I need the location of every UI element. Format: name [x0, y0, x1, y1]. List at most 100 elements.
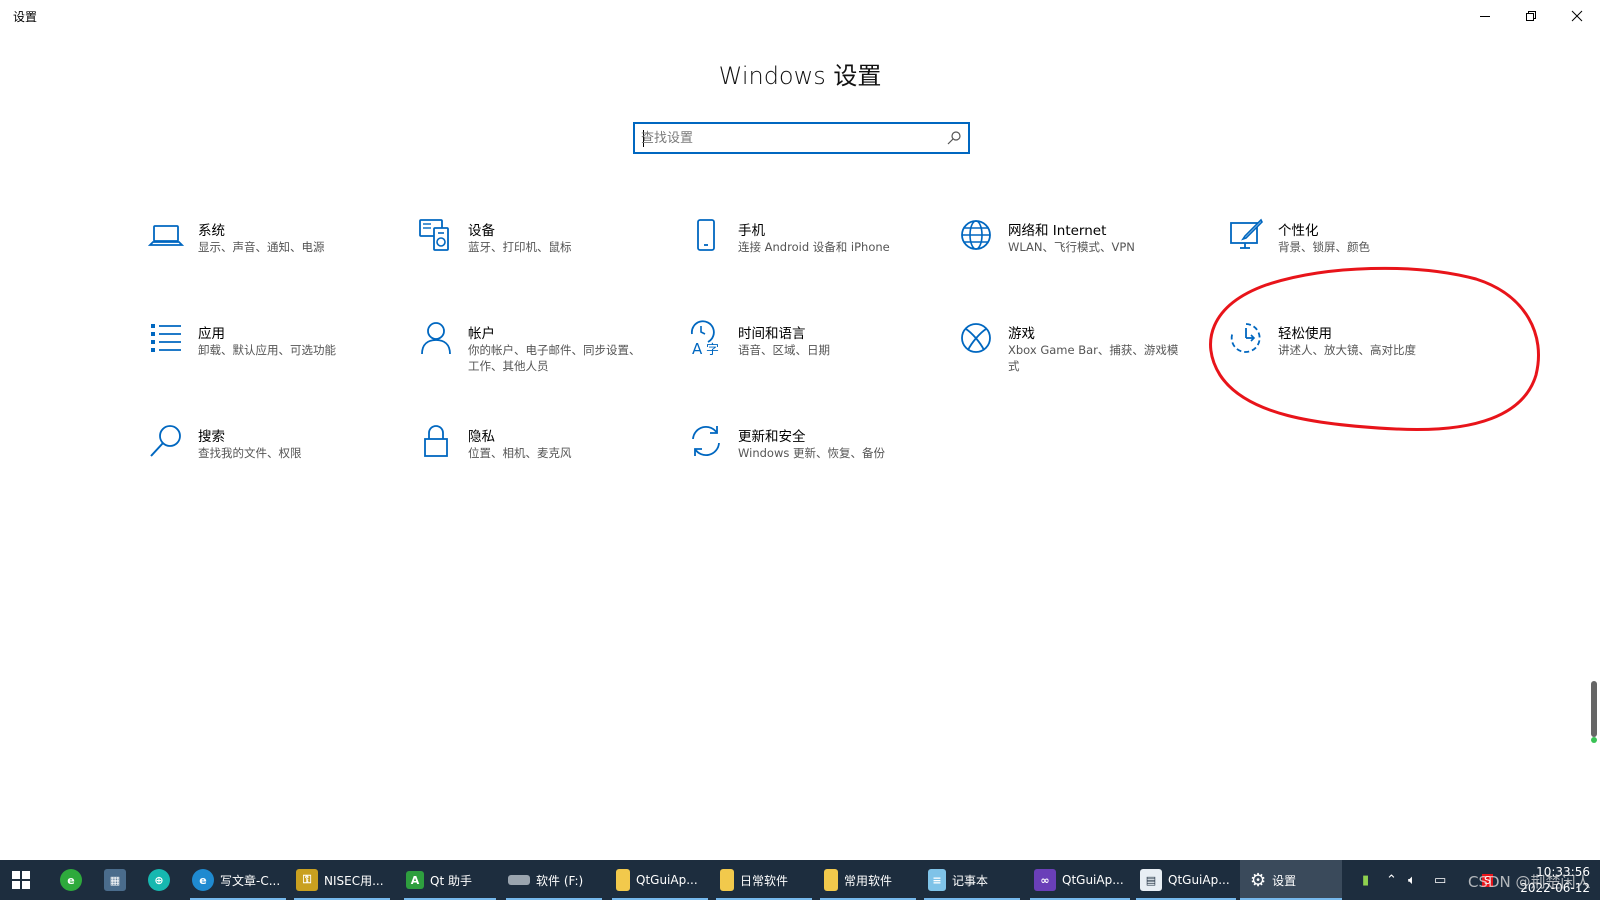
close-button[interactable]	[1554, 0, 1600, 32]
taskbar-pinned-360[interactable]: e	[60, 860, 82, 900]
taskbar-app-label: 写文章-C...	[220, 873, 281, 888]
tile-name: 应用	[198, 326, 225, 342]
tile-desc: WLAN、飞行模式、VPN	[1008, 240, 1135, 254]
tile-update-security[interactable]: 更新和安全 Windows 更新、恢复、备份	[688, 423, 938, 493]
calculator-icon: ▦	[104, 869, 126, 891]
taskbar-app-label: QtGuiAp...	[1168, 873, 1230, 887]
tile-desc: 位置、相机、麦克风	[468, 446, 572, 460]
tile-desc: Windows 更新、恢复、备份	[738, 446, 885, 460]
qt-assistant-icon: A	[406, 871, 424, 889]
taskbar-app-nisec[interactable]: ⚿ NISEC用...	[294, 860, 390, 900]
devices-icon	[418, 217, 454, 253]
tile-gaming[interactable]: 游戏 Xbox Game Bar、捕获、游戏模式	[958, 320, 1208, 390]
search-icon	[947, 131, 961, 145]
apps-list-icon	[148, 320, 184, 356]
start-icon	[12, 871, 30, 889]
tile-desc: 连接 Android 设备和 iPhone	[738, 240, 890, 254]
search-box[interactable]	[633, 122, 970, 154]
tile-desc: 蓝牙、打印机、鼠标	[468, 240, 572, 254]
taskbar-app-folder-common[interactable]: 常用软件	[820, 860, 916, 900]
tile-name: 更新和安全	[738, 429, 806, 445]
tile-name: 轻松使用	[1278, 326, 1332, 342]
tile-personalization[interactable]: 个性化 背景、锁屏、颜色	[1228, 217, 1478, 287]
taskbar-app-qt-assistant[interactable]: A Qt 助手	[404, 860, 496, 900]
taskbar-app-edge[interactable]: e 写文章-C...	[190, 860, 286, 900]
tile-accounts[interactable]: 帐户 你的帐户、电子邮件、同步设置、工作、其他人员	[418, 320, 668, 390]
browser-360-icon: e	[60, 869, 82, 891]
tile-apps[interactable]: 应用 卸载、默认应用、可选功能	[148, 320, 398, 390]
minimize-button[interactable]	[1462, 0, 1508, 32]
taskbar-app-label: 软件 (F:)	[536, 873, 584, 888]
time-language-icon: A字	[688, 320, 724, 358]
taskbar-app-qtgui-window[interactable]: ▤ QtGuiAp...	[1136, 860, 1236, 900]
folder-icon	[824, 869, 838, 891]
tile-search[interactable]: 搜索 查找我的文件、权限	[148, 423, 398, 493]
chevron-up-icon[interactable]: ⌃	[1386, 860, 1397, 900]
tile-desc: 查找我的文件、权限	[198, 446, 302, 460]
taskbar-app-label: QtGuiAp...	[636, 873, 698, 887]
tile-name: 个性化	[1278, 223, 1319, 239]
taskbar-app-notepad[interactable]: ≡ 记事本	[924, 860, 1020, 900]
gear-icon: ⚙	[1250, 869, 1267, 891]
taskbar: e ▦ ⊕ e 写文章-C... ⚿ NISEC用... A Qt 助手 软件 …	[0, 860, 1600, 900]
tile-privacy[interactable]: 隐私 位置、相机、麦克风	[418, 423, 668, 493]
battery-icon[interactable]: ▮	[1362, 860, 1369, 900]
tile-devices[interactable]: 设备 蓝牙、打印机、鼠标	[418, 217, 668, 287]
taskbar-app-folder-daily[interactable]: 日常软件	[716, 860, 812, 900]
tile-desc: 讲述人、放大镜、高对比度	[1278, 343, 1416, 357]
tile-ease-of-access[interactable]: 轻松使用 讲述人、放大镜、高对比度	[1228, 320, 1478, 390]
close-icon	[1571, 10, 1583, 22]
key-icon: ⚿	[296, 869, 318, 891]
tile-name: 网络和 Internet	[1008, 223, 1107, 239]
tile-name: 搜索	[198, 429, 225, 445]
taskbar-pinned-network[interactable]: ⊕	[148, 860, 170, 900]
taskbar-app-settings[interactable]: ⚙ 设置	[1240, 860, 1342, 900]
taskbar-app-label: QtGuiAp...	[1062, 873, 1124, 887]
folder-icon	[720, 869, 734, 891]
tile-time-language[interactable]: A字 时间和语言 语音、区域、日期	[688, 320, 938, 390]
paint-icon	[1228, 217, 1264, 253]
taskbar-pinned-calculator[interactable]: ▦	[104, 860, 126, 900]
taskbar-app-label: 记事本	[952, 873, 989, 888]
drive-icon	[508, 875, 530, 885]
tile-desc: Xbox Game Bar、捕获、游戏模式	[1008, 343, 1179, 373]
visual-studio-icon: ∞	[1034, 869, 1056, 891]
taskbar-app-label: NISEC用...	[324, 873, 384, 888]
restore-icon	[1526, 11, 1536, 21]
scrollbar-thumb[interactable]	[1591, 681, 1597, 743]
taskbar-app-label: 设置	[1272, 873, 1297, 888]
phone-icon	[688, 217, 724, 253]
person-icon	[418, 320, 454, 356]
tile-desc: 显示、声音、通知、电源	[198, 240, 325, 254]
app-window-icon: ▤	[1140, 869, 1162, 891]
tile-name: 游戏	[1008, 326, 1035, 342]
globe-icon	[958, 217, 994, 253]
notepad-icon: ≡	[928, 869, 946, 891]
xbox-icon	[958, 320, 994, 356]
restore-button[interactable]	[1508, 0, 1554, 32]
laptop-icon	[147, 217, 185, 253]
tile-desc: 卸载、默认应用、可选功能	[198, 343, 336, 357]
tile-desc: 你的帐户、电子邮件、同步设置、工作、其他人员	[468, 343, 641, 373]
tile-name: 系统	[198, 223, 225, 239]
tile-name: 手机	[738, 223, 765, 239]
window-title: 设置	[13, 10, 38, 24]
taskbar-app-visual-studio[interactable]: ∞ QtGuiAp...	[1030, 860, 1130, 900]
minimize-icon	[1480, 16, 1490, 17]
tile-system[interactable]: 系统 显示、声音、通知、电源	[147, 217, 398, 287]
tile-phone[interactable]: 手机 连接 Android 设备和 iPhone	[688, 217, 938, 287]
svg-text:A: A	[692, 340, 703, 356]
tile-desc: 背景、锁屏、颜色	[1278, 240, 1370, 254]
taskbar-app-folder-qtgui[interactable]: QtGuiAp...	[612, 860, 708, 900]
start-button[interactable]	[12, 860, 36, 900]
volume-icon[interactable]: 🔈︎	[1408, 860, 1416, 900]
title-bar: 设置	[0, 0, 1600, 32]
tile-name: 时间和语言	[738, 326, 806, 342]
taskbar-app-drive[interactable]: 软件 (F:)	[506, 860, 602, 900]
taskbar-app-label: Qt 助手	[430, 873, 472, 888]
watermark: CSDN @荆楚闲人	[1468, 873, 1591, 891]
display-icon[interactable]: ▭	[1434, 860, 1446, 900]
tile-network[interactable]: 网络和 Internet WLAN、飞行模式、VPN	[958, 217, 1208, 287]
network-app-icon: ⊕	[148, 869, 170, 891]
search-input[interactable]	[641, 129, 931, 147]
